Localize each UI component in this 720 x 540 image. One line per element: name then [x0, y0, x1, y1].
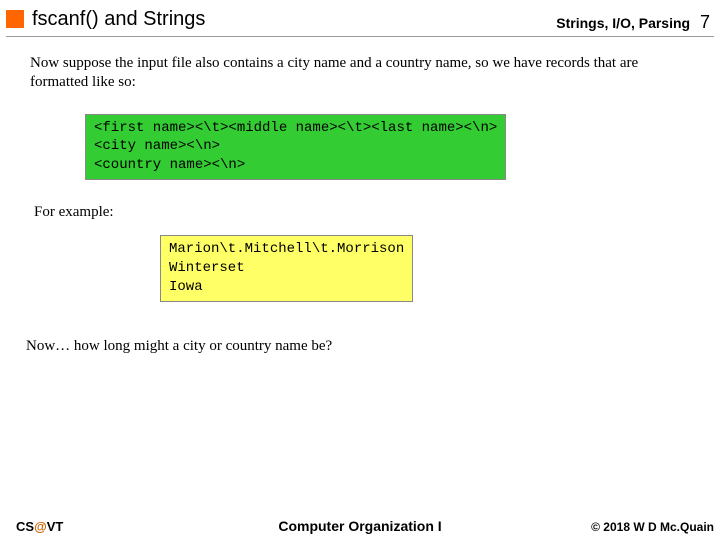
slide-title: fscanf() and Strings: [32, 8, 205, 31]
example-code-block: Marion\t.Mitchell\t.Morrison Winterset I…: [160, 235, 413, 302]
question-paragraph: Now… how long might a city or country na…: [26, 338, 690, 355]
header-divider: [6, 36, 714, 37]
footer-right: © 2018 W D Mc.Quain: [591, 520, 714, 534]
section-label: Strings, I/O, Parsing 7: [556, 12, 710, 33]
slide-body: Now suppose the input file also contains…: [30, 50, 690, 355]
slide: fscanf() and Strings Strings, I/O, Parsi…: [0, 0, 720, 540]
section-text: Strings, I/O, Parsing: [556, 15, 690, 31]
slide-header: fscanf() and Strings Strings, I/O, Parsi…: [0, 8, 720, 38]
format-code-block: <first name><\t><middle name><\t><last n…: [85, 114, 506, 181]
example-label: For example:: [34, 204, 690, 221]
page-number: 7: [700, 12, 710, 32]
title-bullet-icon: [6, 10, 24, 28]
intro-paragraph: Now suppose the input file also contains…: [30, 54, 690, 92]
